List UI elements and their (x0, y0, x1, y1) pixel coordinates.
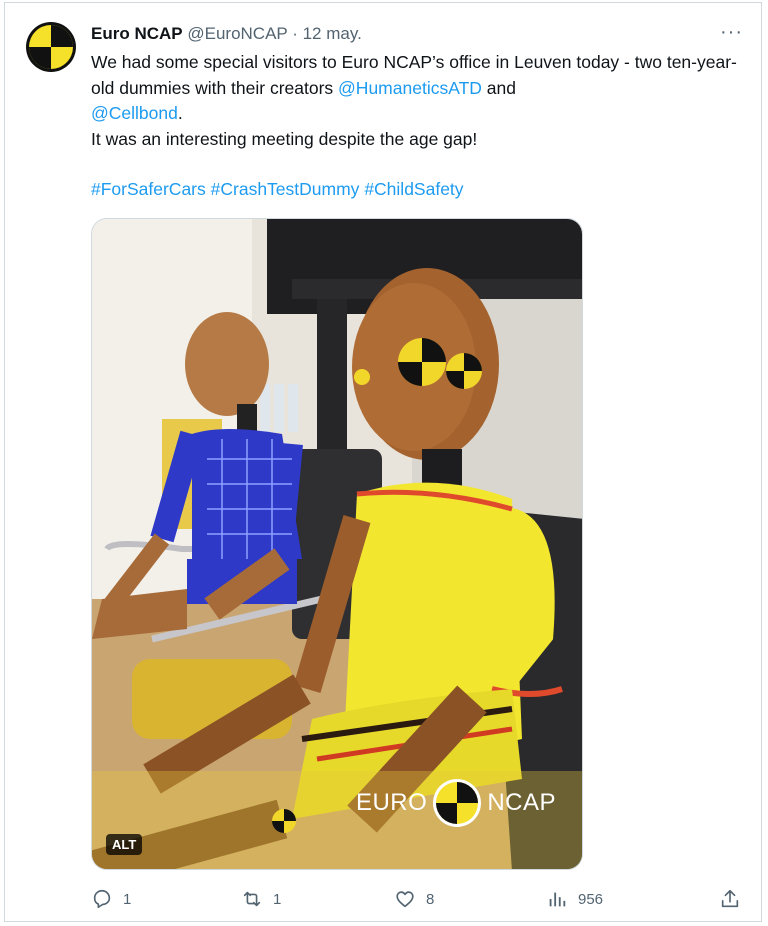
watermark-logo-icon (433, 779, 482, 827)
retweet-button[interactable]: 1 (241, 883, 281, 915)
retweet-count: 1 (273, 890, 282, 908)
reply-icon (93, 889, 111, 909)
tweet-card[interactable]: Euro NCAP @EuroNCAP · 12 may. ··· We had… (4, 2, 762, 922)
tweet-paragraph: We had some special visitors to Euro NCA… (91, 50, 741, 127)
heart-icon (396, 891, 414, 908)
avatar[interactable] (25, 21, 77, 73)
views-count: 956 (578, 890, 604, 908)
like-count: 8 (426, 890, 435, 908)
retweet-icon (243, 891, 261, 907)
hashtag-for-safer-cars[interactable]: #ForSaferCars (91, 179, 206, 199)
tweet-text: We had some special visitors to Euro NCA… (91, 50, 741, 203)
share-icon (721, 889, 739, 908)
tweet-text-period: . (177, 103, 183, 123)
author-handle[interactable]: @EuroNCAP (187, 24, 287, 43)
watermark-right: NCAP (487, 789, 556, 816)
like-button[interactable]: 8 (394, 883, 434, 915)
action-bar: 1 1 8 956 (91, 883, 751, 915)
mention-humanetics[interactable]: @HumaneticsATD (338, 78, 482, 98)
tweet-text-and: and (481, 77, 516, 98)
views-chart-icon (549, 892, 566, 907)
crash-test-dummies-photo (92, 219, 582, 869)
mention-cellbond[interactable]: @Cellbond (91, 103, 178, 123)
euro-ncap-watermark: EURO NCAP (356, 777, 556, 829)
author-name[interactable]: Euro NCAP (91, 24, 183, 43)
more-options-icon[interactable]: ··· (720, 21, 743, 44)
share-button[interactable] (719, 883, 741, 915)
reply-count: 1 (123, 890, 132, 908)
hashtag-crash-test-dummy[interactable]: #CrashTestDummy (211, 179, 360, 199)
tweet-header: Euro NCAP @EuroNCAP · 12 may. (91, 23, 362, 45)
alt-badge[interactable]: ALT (106, 834, 143, 855)
views-button[interactable]: 956 (546, 883, 603, 915)
euro-ncap-logo-icon (26, 22, 76, 72)
separator: · (292, 24, 298, 43)
hashtag-child-safety[interactable]: #ChildSafety (364, 179, 463, 199)
tweet-date[interactable]: 12 may. (303, 24, 362, 43)
tweet-photo[interactable]: ALT EURO NCAP (91, 218, 583, 870)
hashtag-list: #ForSaferCars #CrashTestDummy #ChildSafe… (91, 177, 741, 203)
reply-button[interactable]: 1 (91, 883, 131, 915)
tweet-paragraph-2: It was an interesting meeting despite th… (91, 128, 478, 149)
watermark-left: EURO (355, 789, 428, 816)
